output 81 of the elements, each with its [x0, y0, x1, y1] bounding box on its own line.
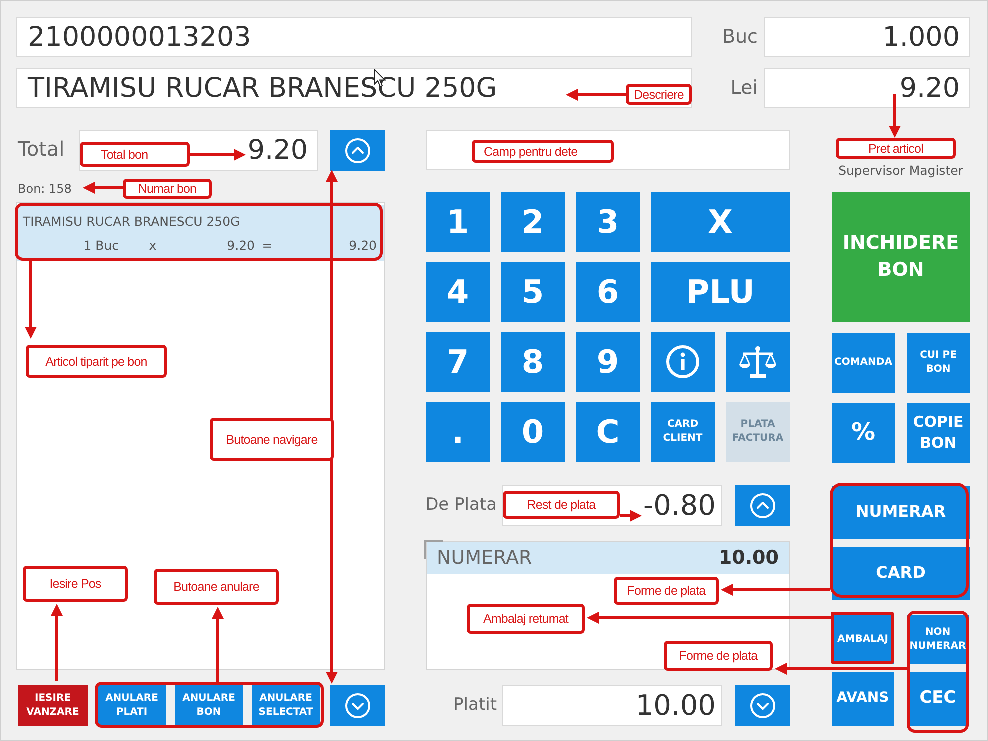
scale-icon — [738, 345, 778, 379]
callout-arrow — [620, 510, 642, 522]
callout-label: Butoane navigare — [210, 418, 334, 461]
callout-label: Forme de plata — [664, 641, 773, 671]
multiply-sign: x — [148, 238, 158, 253]
cancel-button[interactable]: ANULARE BON — [175, 685, 243, 726]
keypad-key[interactable]: X — [651, 192, 790, 252]
keypad-key[interactable]: 2 — [501, 192, 565, 252]
circle-chevron-up-icon — [750, 492, 776, 518]
callout-label: Articol tiparit pe bon — [26, 345, 167, 378]
circle-chevron-up-icon — [344, 138, 370, 164]
payment-method-button[interactable]: NUMERAR — [832, 486, 970, 539]
receipt-number: Bon: 158 — [18, 182, 72, 196]
callout-label: Iesire Pos — [23, 566, 128, 602]
function-button[interactable]: CUI PE BON — [907, 333, 970, 393]
callout-label: Numar bon — [123, 179, 212, 199]
quantity-field[interactable]: 1.000 — [764, 17, 970, 57]
keypad-key[interactable]: 5 — [501, 262, 565, 322]
circle-chevron-down-icon — [750, 692, 776, 718]
payment-amount: 10.00 — [718, 547, 779, 569]
line-total: 9.20 — [348, 238, 377, 253]
keypad-key[interactable]: CARD CLIENT — [651, 402, 715, 462]
field-label: Platit — [452, 694, 497, 716]
callout-label: Descriere — [626, 84, 692, 105]
cancel-button[interactable]: ANULARE PLATI — [98, 685, 166, 726]
callout-label: Rest de plata — [503, 491, 620, 519]
callout-label: Butoane anulare — [154, 569, 279, 605]
unit-price: 9.20 — [226, 238, 255, 253]
item-name: TIRAMISU RUCAR BRANESCU 250G — [23, 214, 242, 229]
close-receipt-button[interactable]: INCHIDERE BON — [832, 192, 970, 322]
callout-frame — [831, 612, 894, 664]
field-label: De Plata — [424, 494, 497, 516]
function-button[interactable]: COMANDA — [832, 333, 895, 393]
circle-chevron-down-icon — [344, 692, 370, 718]
callout-arrow — [566, 89, 626, 101]
keypad-key[interactable]: 4 — [426, 262, 490, 322]
keypad-key[interactable]: . — [426, 402, 490, 462]
scroll-down-button[interactable] — [735, 685, 790, 726]
scroll-up-button[interactable] — [330, 130, 385, 171]
keypad-key[interactable]: 6 — [576, 262, 640, 322]
payment-method-button[interactable]: AVANS — [832, 672, 894, 726]
payment-method-button[interactable]: CARD — [832, 547, 970, 600]
barcode-field[interactable]: 2100000013203 — [16, 17, 692, 57]
item-quantity: 1 Buc — [82, 238, 119, 253]
exit-sale-button[interactable]: IESIRE VANZARE — [18, 685, 88, 726]
operator-name: Supervisor Magister — [838, 163, 964, 178]
paid-field: 10.00 — [502, 685, 722, 726]
keypad-key[interactable]: 9 — [576, 332, 640, 392]
keypad-key[interactable]: C — [576, 402, 640, 462]
keypad-key[interactable]: 1 — [426, 192, 490, 252]
info-button[interactable] — [651, 332, 715, 392]
keypad-key[interactable]: 3 — [576, 192, 640, 252]
keypad-key[interactable]: 7 — [426, 332, 490, 392]
keypad-key[interactable]: PLU — [651, 262, 790, 322]
info-icon — [666, 345, 700, 379]
callout-arrow — [889, 94, 901, 138]
field-label: Total — [17, 136, 66, 162]
callout-label: Pret articol — [836, 138, 956, 159]
payment-method-button[interactable]: CEC — [907, 672, 969, 726]
scale-button[interactable] — [726, 332, 790, 392]
field-label: Lei — [730, 76, 759, 101]
callout-label: Camp pentru dete — [472, 140, 614, 163]
payment-method: NUMERAR — [437, 547, 532, 569]
payment-method-button[interactable]: NON NUMERAR — [907, 615, 969, 664]
keypad-key[interactable]: 8 — [501, 332, 565, 392]
callout-label: Forme de plata — [614, 577, 719, 605]
keypad-key[interactable]: 0 — [501, 402, 565, 462]
function-button[interactable]: COPIE BON — [907, 403, 970, 463]
function-button[interactable]: % — [832, 403, 895, 463]
cancel-button[interactable]: ANULARE SELECTAT — [252, 685, 320, 726]
callout-arrow — [83, 182, 123, 194]
callout-label: Total bon — [80, 142, 190, 167]
price-field[interactable]: 9.20 — [764, 68, 970, 108]
receipt-row[interactable]: TIRAMISU RUCAR BRANESCU 250G 1 Buc x 9.20 = 9.20 — [17, 205, 384, 261]
callout-label: Ambalaj retumat — [467, 604, 585, 634]
scroll-down-button[interactable] — [330, 685, 385, 726]
callout-arrow — [190, 149, 246, 161]
field-label: Buc — [721, 25, 759, 50]
payment-row[interactable]: NUMERAR 10.00 — [427, 542, 789, 574]
scroll-up-button[interactable] — [735, 485, 790, 526]
equals-sign: = — [261, 238, 274, 253]
